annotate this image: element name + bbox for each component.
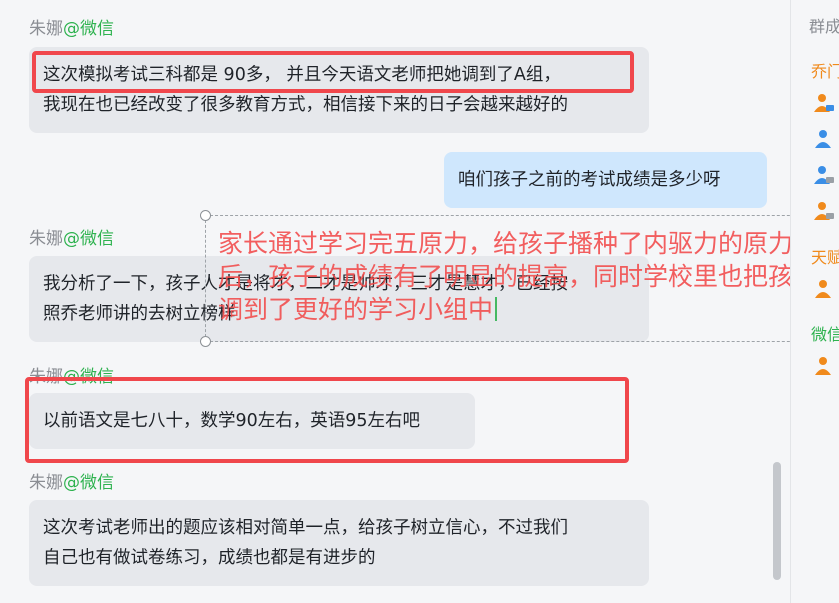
person-icon[interactable] bbox=[813, 200, 835, 222]
sender-label: 朱娜@微信 bbox=[29, 468, 114, 493]
sender-name: 朱娜 bbox=[29, 19, 63, 39]
sender-label: 朱娜@微信 bbox=[29, 224, 114, 249]
resize-handle-top-left[interactable] bbox=[200, 210, 211, 221]
person-icon[interactable] bbox=[813, 355, 835, 377]
sender-source: @微信 bbox=[63, 367, 114, 387]
text-caret bbox=[495, 297, 498, 321]
message-line: 以前语文是七八十，数学90左右，英语95左右吧 bbox=[43, 411, 421, 431]
sender-source: @微信 bbox=[63, 229, 114, 249]
sender-label: 朱娜@微信 bbox=[29, 362, 114, 387]
sender-name: 朱娜 bbox=[29, 473, 63, 493]
message-line: 咱们孩子之前的考试成绩是多少呀 bbox=[458, 170, 721, 190]
sender-source: @微信 bbox=[63, 473, 114, 493]
message-line: 这次考试老师出的题应该相对简单一点，给孩子树立信心，不过我们 bbox=[43, 518, 568, 538]
member-section-label: 乔门 bbox=[811, 62, 839, 81]
member-section-label: 天赋 bbox=[811, 248, 839, 267]
resize-handle-bottom-left[interactable] bbox=[200, 336, 211, 347]
sender-name: 朱娜 bbox=[29, 367, 63, 387]
annotation-text-box[interactable]: 家长通过学习完五原力，给孩子播种了内驱力的原力之后，孩子的成绩有了明显的提高，同… bbox=[218, 227, 838, 326]
message-bubble[interactable]: 这次考试老师出的题应该相对简单一点，给孩子树立信心，不过我们 自己也有做试卷练习… bbox=[29, 500, 649, 586]
message-bubble[interactable]: 以前语文是七八十，数学90左右，英语95左右吧 bbox=[29, 393, 475, 449]
panel-title: 群成 bbox=[809, 17, 839, 36]
message-line: 这次模拟考试三科都是 90多， 并且今天语文老师把她调到了A组， bbox=[43, 65, 561, 85]
message-line: 我现在也已经改变了很多教育方式，相信接下来的日子会越来越好的 bbox=[43, 95, 568, 115]
member-section-label: 微信 bbox=[811, 325, 839, 344]
sender-name: 朱娜 bbox=[29, 229, 63, 249]
group-member-panel: 群成 乔门 天赋 微信 bbox=[790, 0, 839, 603]
person-icon[interactable] bbox=[813, 164, 835, 186]
sender-label: 朱娜@微信 bbox=[29, 14, 114, 39]
message-line: 自己也有做试卷练习，成绩也都是有进步的 bbox=[43, 548, 376, 568]
person-icon[interactable] bbox=[813, 278, 835, 300]
chat-scrollbar[interactable] bbox=[773, 462, 781, 580]
annotation-text: 家长通过学习完五原力，给孩子播种了内驱力的原力之后，孩子的成绩有了明显的提高，同… bbox=[218, 229, 819, 324]
person-icon[interactable] bbox=[813, 92, 835, 114]
message-bubble-self[interactable]: 咱们孩子之前的考试成绩是多少呀 bbox=[444, 152, 767, 208]
message-bubble[interactable]: 这次模拟考试三科都是 90多， 并且今天语文老师把她调到了A组， 我现在也已经改… bbox=[29, 47, 649, 133]
sender-source: @微信 bbox=[63, 19, 114, 39]
person-icon[interactable] bbox=[813, 128, 835, 150]
